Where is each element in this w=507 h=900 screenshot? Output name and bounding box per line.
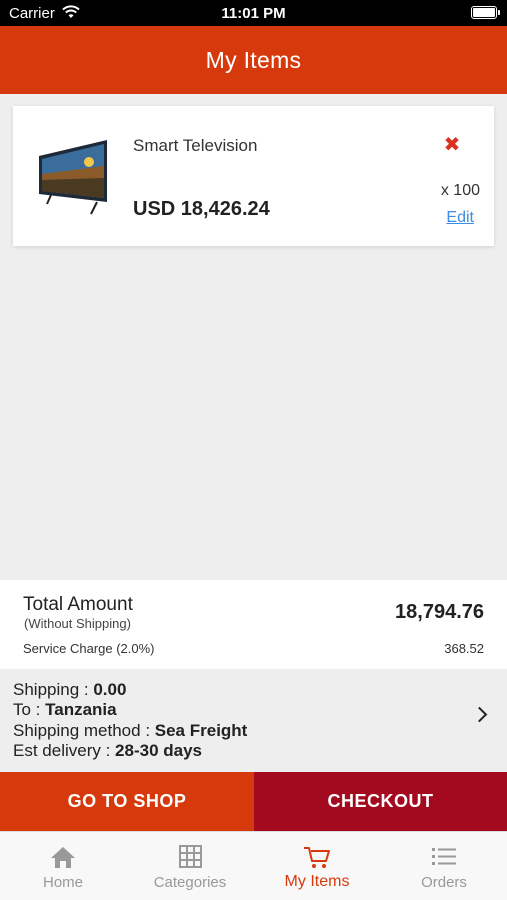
service-charge-value: 368.52 xyxy=(444,641,484,656)
checkout-button[interactable]: CHECKOUT xyxy=(254,772,507,831)
remove-item-button[interactable]: ✖ xyxy=(442,135,462,155)
go-to-shop-button[interactable]: GO TO SHOP xyxy=(0,772,254,831)
item-quantity: x 100 xyxy=(440,182,480,199)
cart-icon xyxy=(303,845,331,869)
status-bar: Carrier 11:01 PM xyxy=(0,0,507,26)
shipping-cost: Shipping : 0.00 xyxy=(13,680,127,699)
shipping-method: Shipping method : Sea Freight xyxy=(13,721,248,740)
close-icon: ✖ xyxy=(443,134,461,156)
product-name: Smart Television xyxy=(133,136,258,155)
estimated-delivery: Est delivery : 28-30 days xyxy=(13,741,202,760)
product-image xyxy=(37,134,113,220)
tab-bar: Home Categories My Items Orders xyxy=(0,831,507,900)
total-amount-sublabel: (Without Shipping) xyxy=(24,616,131,631)
grid-icon xyxy=(176,845,204,869)
totals-panel: Total Amount (Without Shipping) 18,794.7… xyxy=(0,580,507,669)
edit-item-link[interactable]: Edit xyxy=(446,209,474,227)
list-icon xyxy=(430,845,458,869)
cart-item-card[interactable]: Smart Television USD 18,426.24 ✖ x 100 E… xyxy=(13,106,494,246)
chevron-right-icon xyxy=(471,706,488,723)
total-amount-label: Total Amount xyxy=(23,594,133,615)
shipping-destination: To : Tanzania xyxy=(13,700,117,719)
tab-orders[interactable]: Orders xyxy=(381,832,507,900)
service-charge-label: Service Charge (2.0%) xyxy=(23,641,155,656)
page-title: My Items xyxy=(205,47,302,73)
tab-home[interactable]: Home xyxy=(0,832,126,900)
shipping-details[interactable]: Shipping : 0.00 To : Tanzania Shipping m… xyxy=(0,669,507,771)
tab-my-items[interactable]: My Items xyxy=(254,832,380,900)
total-amount-value: 18,794.76 xyxy=(395,601,484,623)
clock: 11:01 PM xyxy=(221,5,286,22)
product-price: USD 18,426.24 xyxy=(133,198,270,220)
nav-header: My Items xyxy=(0,26,507,94)
battery-icon xyxy=(471,6,500,19)
home-icon xyxy=(49,845,77,869)
tab-categories[interactable]: Categories xyxy=(127,832,253,900)
